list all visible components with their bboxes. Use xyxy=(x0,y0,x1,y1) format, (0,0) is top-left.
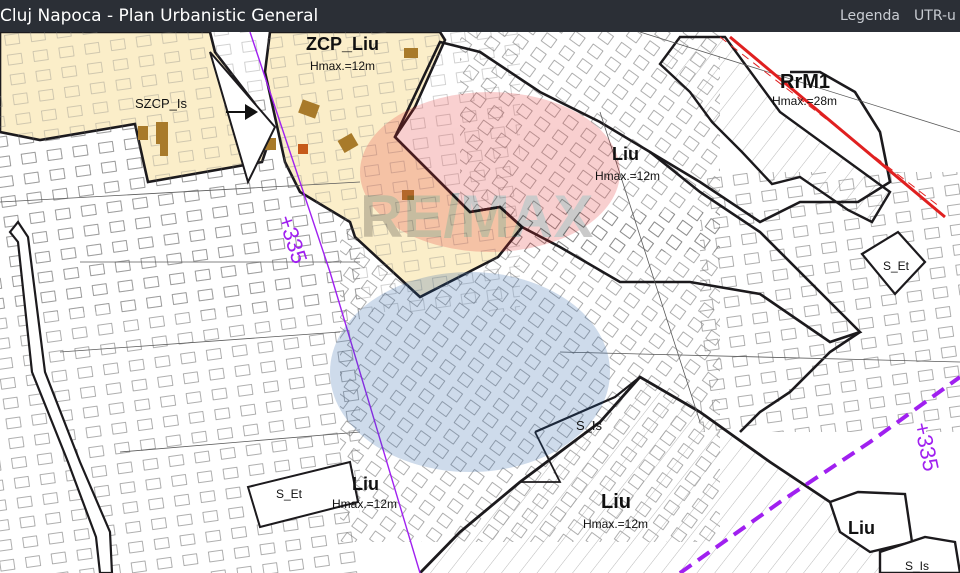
label-liu-small: Liu xyxy=(848,518,875,538)
label-liu-north: Liu xyxy=(612,144,639,164)
label-set-east: S_Et xyxy=(883,259,910,273)
label-szcp-is: SZCP_Is xyxy=(135,96,188,111)
header-nav: Legenda UTR-u xyxy=(840,0,960,32)
watermark-text: RE/MAX xyxy=(360,183,593,250)
nav-legenda-link[interactable]: Legenda xyxy=(840,8,900,24)
label-liu-west-hmax: Hmax.=12m xyxy=(332,497,397,511)
label-liu-west: Liu xyxy=(352,474,379,494)
map-canvas[interactable]: RE/MAX ZCP_Liu Hmax.=12m SZCP_Is RrM1 Hm… xyxy=(0,32,960,573)
label-set-west: S_Et xyxy=(276,487,303,501)
label-sis-southeast: S_Is xyxy=(905,559,929,573)
label-zcp-liu: ZCP_Liu xyxy=(306,34,379,54)
label-zcp-liu-hmax: Hmax.=12m xyxy=(310,59,375,73)
label-rrm1-hmax: Hmax.=28m xyxy=(772,94,837,108)
page-title: Cluj Napoca - Plan Urbanistic General xyxy=(0,6,319,26)
label-liu-south: Liu xyxy=(601,491,631,513)
app-header: Cluj Napoca - Plan Urbanistic General Le… xyxy=(0,0,960,32)
label-liu-north-hmax: Hmax.=12m xyxy=(595,169,660,183)
urban-plan-map[interactable]: RE/MAX ZCP_Liu Hmax.=12m SZCP_Is RrM1 Hm… xyxy=(0,32,960,573)
label-sis-center: S_Is xyxy=(576,418,603,433)
label-rrm1: RrM1 xyxy=(780,71,830,93)
nav-utr-link[interactable]: UTR-u xyxy=(914,8,956,24)
label-liu-south-hmax: Hmax.=12m xyxy=(583,517,648,531)
